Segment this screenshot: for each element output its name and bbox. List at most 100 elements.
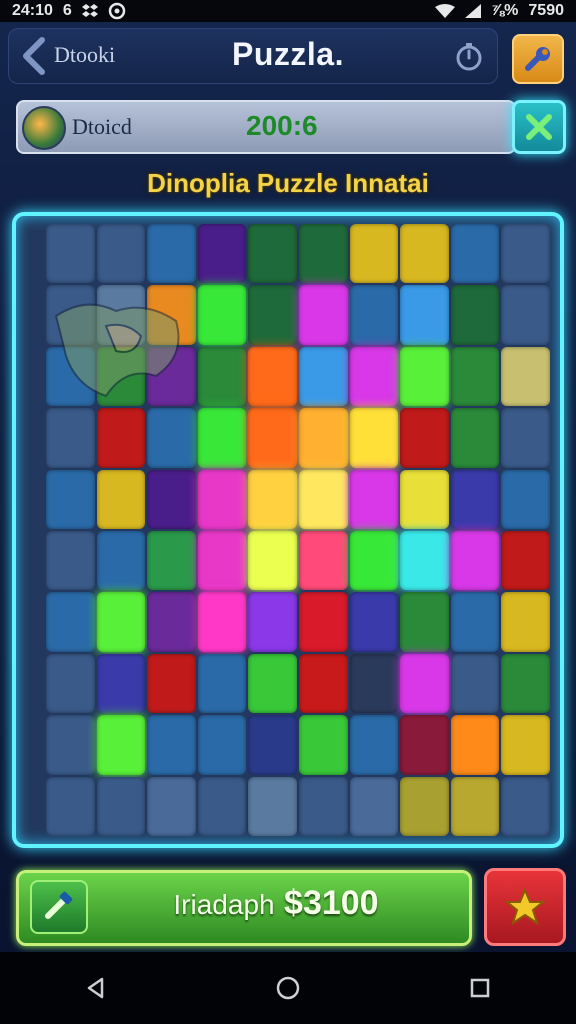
puzzle-piece[interactable] bbox=[147, 592, 196, 652]
puzzle-piece[interactable] bbox=[96, 592, 146, 652]
puzzle-piece[interactable] bbox=[46, 224, 95, 284]
puzzle-piece[interactable] bbox=[197, 224, 247, 284]
puzzle-piece[interactable] bbox=[248, 469, 297, 529]
puzzle-piece[interactable] bbox=[147, 346, 196, 407]
puzzle-piece[interactable] bbox=[450, 408, 500, 468]
puzzle-piece[interactable] bbox=[450, 531, 500, 591]
puzzle-piece[interactable] bbox=[349, 346, 399, 407]
puzzle-piece[interactable] bbox=[349, 653, 399, 714]
puzzle-piece[interactable] bbox=[96, 776, 146, 836]
puzzle-piece[interactable] bbox=[46, 715, 95, 775]
puzzle-piece[interactable] bbox=[349, 408, 399, 468]
puzzle-piece[interactable] bbox=[349, 469, 399, 529]
puzzle-piece[interactable] bbox=[248, 346, 297, 407]
puzzle-piece[interactable] bbox=[501, 346, 550, 407]
puzzle-piece[interactable] bbox=[96, 408, 146, 468]
puzzle-piece[interactable] bbox=[96, 346, 146, 407]
puzzle-piece[interactable] bbox=[400, 715, 449, 775]
favorite-button[interactable] bbox=[484, 868, 566, 946]
puzzle-piece[interactable] bbox=[298, 346, 348, 407]
puzzle-piece[interactable] bbox=[197, 469, 247, 529]
puzzle-piece[interactable] bbox=[197, 408, 247, 468]
puzzle-piece[interactable] bbox=[147, 715, 196, 775]
puzzle-piece[interactable] bbox=[501, 592, 550, 652]
puzzle-piece[interactable] bbox=[248, 531, 297, 591]
puzzle-piece[interactable] bbox=[400, 653, 449, 714]
puzzle-piece[interactable] bbox=[147, 776, 196, 836]
puzzle-piece[interactable] bbox=[349, 531, 399, 591]
puzzle-piece[interactable] bbox=[96, 531, 146, 591]
puzzle-piece[interactable] bbox=[248, 776, 297, 836]
puzzle-piece[interactable] bbox=[147, 224, 196, 284]
nav-back-button[interactable] bbox=[76, 968, 116, 1008]
puzzle-piece[interactable] bbox=[501, 224, 550, 284]
puzzle-piece[interactable] bbox=[248, 408, 297, 468]
puzzle-piece[interactable] bbox=[450, 469, 500, 529]
puzzle-piece[interactable] bbox=[298, 224, 348, 284]
puzzle-piece[interactable] bbox=[298, 469, 348, 529]
puzzle-piece[interactable] bbox=[501, 776, 550, 836]
puzzle-piece[interactable] bbox=[147, 285, 196, 345]
puzzle-piece[interactable] bbox=[46, 408, 95, 468]
puzzle-piece[interactable] bbox=[298, 653, 348, 714]
puzzle-piece[interactable] bbox=[197, 592, 247, 652]
puzzle-piece[interactable] bbox=[400, 346, 449, 407]
puzzle-piece[interactable] bbox=[147, 408, 196, 468]
puzzle-piece[interactable] bbox=[46, 531, 95, 591]
puzzle-piece[interactable] bbox=[501, 531, 550, 591]
puzzle-piece[interactable] bbox=[197, 346, 247, 407]
puzzle-piece[interactable] bbox=[46, 592, 95, 652]
puzzle-piece[interactable] bbox=[501, 469, 550, 529]
puzzle-board[interactable] bbox=[12, 212, 564, 848]
puzzle-piece[interactable] bbox=[450, 346, 500, 407]
puzzle-piece[interactable] bbox=[298, 592, 348, 652]
puzzle-piece[interactable] bbox=[349, 224, 399, 284]
puzzle-piece[interactable] bbox=[147, 653, 196, 714]
purchase-label[interactable]: Iriadaph $3100 bbox=[96, 884, 456, 923]
puzzle-piece[interactable] bbox=[147, 469, 196, 529]
puzzle-piece[interactable] bbox=[46, 469, 95, 529]
puzzle-piece[interactable] bbox=[96, 469, 146, 529]
puzzle-piece[interactable] bbox=[501, 715, 550, 775]
close-button[interactable] bbox=[512, 100, 566, 154]
puzzle-piece[interactable] bbox=[248, 285, 297, 345]
puzzle-piece[interactable] bbox=[46, 285, 95, 345]
puzzle-piece[interactable] bbox=[349, 592, 399, 652]
timer-button[interactable] bbox=[454, 42, 484, 72]
puzzle-piece[interactable] bbox=[400, 285, 449, 345]
puzzle-piece[interactable] bbox=[298, 408, 348, 468]
puzzle-piece[interactable] bbox=[298, 531, 348, 591]
nav-home-button[interactable] bbox=[268, 968, 308, 1008]
puzzle-piece[interactable] bbox=[450, 592, 500, 652]
puzzle-piece[interactable] bbox=[46, 776, 95, 836]
puzzle-piece[interactable] bbox=[197, 531, 247, 591]
puzzle-piece[interactable] bbox=[197, 776, 247, 836]
puzzle-piece[interactable] bbox=[46, 653, 95, 714]
puzzle-piece[interactable] bbox=[147, 531, 196, 591]
puzzle-piece[interactable] bbox=[197, 653, 247, 714]
puzzle-piece[interactable] bbox=[400, 224, 449, 284]
puzzle-piece[interactable] bbox=[400, 776, 449, 836]
puzzle-piece[interactable] bbox=[298, 285, 348, 345]
puzzle-grid[interactable] bbox=[46, 224, 550, 836]
puzzle-piece[interactable] bbox=[450, 653, 500, 714]
puzzle-piece[interactable] bbox=[501, 285, 550, 345]
avatar[interactable] bbox=[22, 106, 66, 150]
puzzle-piece[interactable] bbox=[298, 715, 348, 775]
puzzle-piece[interactable] bbox=[248, 592, 297, 652]
puzzle-piece[interactable] bbox=[197, 285, 247, 345]
puzzle-piece[interactable] bbox=[248, 224, 297, 284]
puzzle-piece[interactable] bbox=[248, 653, 297, 714]
nav-recents-button[interactable] bbox=[460, 968, 500, 1008]
puzzle-piece[interactable] bbox=[450, 776, 500, 836]
puzzle-piece[interactable] bbox=[400, 531, 449, 591]
tool-button[interactable] bbox=[30, 880, 88, 934]
puzzle-piece[interactable] bbox=[400, 469, 449, 529]
puzzle-piece[interactable] bbox=[96, 715, 146, 775]
puzzle-piece[interactable] bbox=[248, 715, 297, 775]
puzzle-piece[interactable] bbox=[349, 776, 399, 836]
puzzle-piece[interactable] bbox=[501, 408, 550, 468]
puzzle-piece[interactable] bbox=[96, 224, 146, 284]
puzzle-piece[interactable] bbox=[96, 653, 146, 714]
puzzle-piece[interactable] bbox=[450, 224, 500, 284]
